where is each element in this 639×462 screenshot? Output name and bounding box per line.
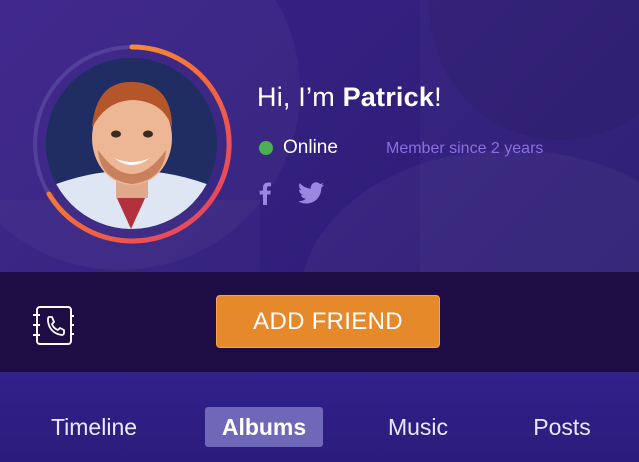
contact-book-icon[interactable] [31, 303, 75, 347]
greeting: Hi, I’m Patrick! [257, 82, 442, 113]
tab-posts[interactable]: Posts [520, 407, 604, 447]
member-since: Member since 2 years [386, 140, 544, 157]
bg-panel [420, 0, 639, 272]
avatar-photo [46, 58, 217, 229]
add-friend-button[interactable]: ADD FRIEND [216, 295, 440, 348]
status-text: Online [283, 137, 338, 158]
tab-timeline[interactable]: Timeline [38, 407, 150, 447]
avatar[interactable] [46, 58, 217, 229]
profile-name: Patrick [342, 82, 435, 112]
greeting-suffix: ! [434, 82, 442, 112]
greeting-prefix: Hi, I’m [257, 82, 343, 112]
online-dot-icon [259, 141, 273, 155]
social-links [258, 181, 324, 205]
tab-albums[interactable]: Albums [205, 407, 323, 447]
tab-music[interactable]: Music [370, 407, 466, 447]
facebook-icon[interactable] [258, 181, 272, 205]
twitter-icon[interactable] [298, 182, 324, 204]
online-status: Online [259, 137, 338, 159]
